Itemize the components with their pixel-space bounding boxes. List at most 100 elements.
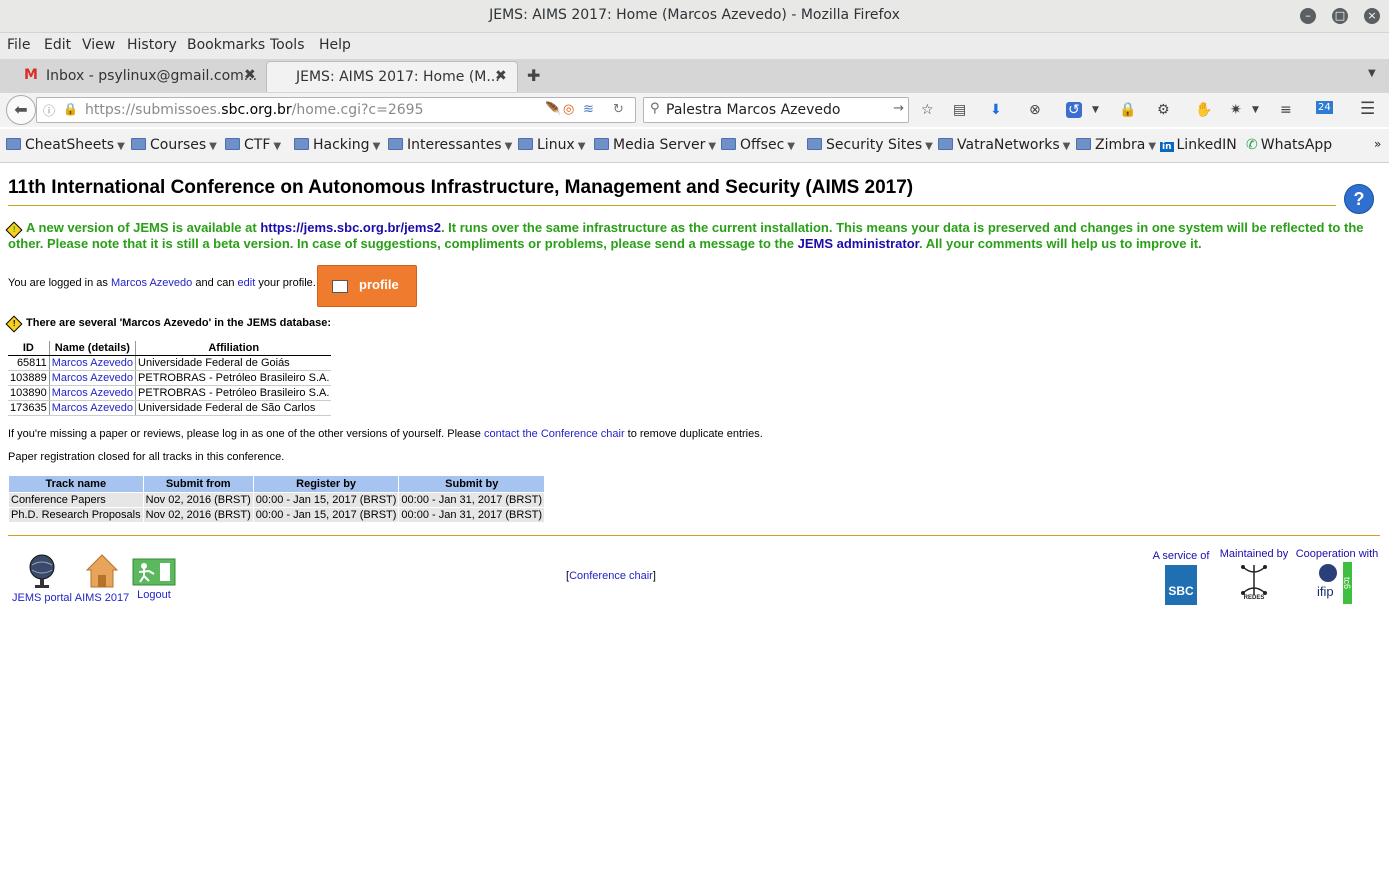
menu-tools[interactable]: Tools [270, 37, 305, 53]
logged-in-text: You are logged in as Marcos Azevedo and … [8, 277, 316, 289]
bookmark-cheatsheets[interactable]: CheatSheets ▼ [6, 137, 125, 153]
tab-inbox[interactable]: M Inbox - psylinux@gmail.com... ✖ [14, 61, 262, 91]
gmail-icon: M [24, 67, 38, 83]
table-header-row: Track name Submit from Register by Submi… [8, 475, 546, 493]
minimize-icon[interactable]: – [1300, 8, 1316, 24]
bookmark-linkedin[interactable]: in LinkedIN [1160, 137, 1237, 153]
menu-bar: File Edit View History Bookmarks Tools H… [0, 33, 1389, 59]
bookmark-whatsapp[interactable]: ✆ WhatsApp [1246, 137, 1332, 153]
bug-icon[interactable]: ✷ [1230, 102, 1242, 118]
url-text: https://submissoes.sbc.org.br/home.cgi?c… [85, 102, 424, 118]
reload-icon[interactable]: ↻ [613, 102, 624, 117]
user-link[interactable]: Marcos Azevedo [48, 370, 136, 386]
menu-help[interactable]: Help [319, 37, 351, 53]
user-link[interactable]: Marcos Azevedo [111, 277, 192, 289]
maximize-icon[interactable]: □ [1332, 8, 1348, 24]
sbc-logo: SBC [1165, 565, 1197, 605]
tc6-label: tc6 [1342, 562, 1352, 604]
lock-icon[interactable]: 🔒 [63, 102, 78, 116]
bookmark-interessantes[interactable]: Interessantes ▼ [388, 137, 512, 153]
sbc-partner[interactable]: A service of SBC [1150, 550, 1212, 605]
bug-dropdown-icon[interactable]: ▼ [1252, 105, 1259, 115]
calendar-icon[interactable]: 24 [1316, 101, 1333, 114]
folder-icon [1076, 138, 1091, 150]
bookmark-ctf[interactable]: CTF ▼ [225, 137, 281, 153]
url-bar[interactable]: ⓘ 🔒 https://submissoes.sbc.org.br/home.c… [36, 97, 636, 123]
block-icon[interactable]: ⊗ [1029, 102, 1041, 118]
page-title: 11th International Conference on Autonom… [8, 177, 914, 198]
sync-icon[interactable]: ↺ [1066, 102, 1082, 118]
tab-bar: M Inbox - psylinux@gmail.com... ✖ JEMS: … [0, 59, 1389, 94]
new-tab-icon[interactable]: ✚ [527, 66, 540, 85]
feather-icon[interactable]: 🪶 [545, 102, 561, 117]
register-by-cell: 00:00 - Jan 15, 2017 (BRST) [252, 492, 400, 508]
bookmarks-toolbar: CheatSheets ▼ Courses ▼ CTF ▼ Hacking ▼ Inte… [0, 129, 1389, 163]
hand-icon[interactable]: ✋ [1195, 102, 1212, 118]
service-of-label: A service of [1152, 550, 1210, 562]
connect-icon[interactable]: ⚙ [1157, 102, 1170, 118]
menu-file[interactable]: File [7, 37, 30, 53]
profile-button-label: profile [359, 277, 399, 292]
ifip-label: ifip [1317, 584, 1334, 599]
ubuntu-icon[interactable]: ◎ [563, 102, 574, 117]
bookmark-zimbra[interactable]: Zimbra ▼ [1076, 137, 1156, 153]
bookmark-hacking[interactable]: Hacking ▼ [294, 137, 380, 153]
edit-link[interactable]: edit [238, 277, 256, 289]
help-icon[interactable]: ? [1344, 184, 1374, 214]
duplicate-warning: ! There are several 'Marcos Azevedo' in t… [5, 315, 331, 333]
cooperation-label: Cooperation with [1295, 548, 1379, 560]
menu-view[interactable]: View [82, 37, 115, 53]
jems-portal-label: JEMS portal [12, 592, 72, 604]
padlock-icon[interactable]: 🔒 [1119, 102, 1136, 118]
menu-history[interactable]: History [127, 37, 177, 53]
tab-list-icon[interactable]: ▼ [1368, 68, 1376, 79]
search-bar[interactable]: ⚲ Palestra Marcos Azevedo → [643, 97, 909, 123]
redes-partner[interactable]: Maintained by REDES [1218, 548, 1290, 601]
bookmark-offsec[interactable]: Offsec ▼ [721, 137, 795, 153]
warning-icon: ! [5, 315, 23, 333]
search-go-icon[interactable]: → [893, 101, 904, 116]
contact-chair-link[interactable]: contact the Conference chair [484, 428, 625, 440]
logout-link[interactable]: Logout [131, 558, 177, 601]
close-tab-icon[interactable]: ✖ [244, 67, 256, 83]
bookmark-vatranetworks[interactable]: VatraNetworks ▼ [938, 137, 1070, 153]
bookmark-linux[interactable]: Linux ▼ [518, 137, 585, 153]
wave-icon[interactable]: ≋ [583, 102, 594, 117]
bookmark-star-icon[interactable]: ☆ [921, 102, 934, 118]
hamburger-menu-icon[interactable]: ☰ [1360, 99, 1375, 119]
tornado-icon[interactable]: ≡ [1280, 102, 1292, 118]
column-header: Affiliation [135, 341, 332, 356]
close-tab-icon[interactable]: ✖ [495, 68, 507, 84]
search-input[interactable]: Palestra Marcos Azevedo [666, 102, 840, 118]
download-icon[interactable]: ⬇ [990, 102, 1002, 118]
bookmarks-overflow-icon[interactable]: » [1374, 137, 1381, 151]
conference-chair-link[interactable]: Conference chair [569, 570, 653, 582]
column-header: ID [8, 341, 50, 356]
reading-list-icon[interactable]: ▤ [953, 102, 966, 118]
column-header: Register by [252, 475, 400, 493]
folder-icon [131, 138, 146, 150]
info-icon[interactable]: ⓘ [43, 102, 55, 119]
submit-from-cell: Nov 02, 2016 (BRST) [142, 507, 254, 523]
close-icon[interactable]: × [1364, 8, 1380, 24]
bookmark-courses[interactable]: Courses ▼ [131, 137, 217, 153]
back-arrow-icon[interactable]: ⬅ [6, 95, 36, 125]
jems2-link[interactable]: https://jems.sbc.org.br/jems2 [260, 220, 441, 235]
jems-admin-link[interactable]: JEMS administrator [798, 236, 919, 251]
redes-logo-icon [1241, 565, 1267, 595]
user-link[interactable]: Marcos Azevedo [48, 400, 136, 416]
user-link[interactable]: Marcos Azevedo [48, 355, 136, 371]
bookmark-media-server[interactable]: Media Server ▼ [594, 137, 716, 153]
ifip-partner[interactable]: Cooperation with ifip tc6 [1294, 548, 1380, 604]
menu-edit[interactable]: Edit [44, 37, 71, 53]
tab-jems[interactable]: JEMS: AIMS 2017: Home (M... ✖ [266, 61, 518, 92]
profile-button[interactable]: profile [317, 265, 417, 307]
bookmark-security-sites[interactable]: Security Sites ▼ [807, 137, 933, 153]
affiliation-cell: Universidade Federal de Goiás [135, 355, 332, 371]
jems-portal-link[interactable]: JEMS portal [12, 553, 72, 604]
menu-bookmarks[interactable]: Bookmarks [187, 37, 265, 53]
id-cell: 103890 [8, 385, 50, 401]
aims-home-link[interactable]: AIMS 2017 [74, 553, 130, 604]
user-link[interactable]: Marcos Azevedo [48, 385, 136, 401]
sync-dropdown-icon[interactable]: ▼ [1092, 105, 1099, 115]
